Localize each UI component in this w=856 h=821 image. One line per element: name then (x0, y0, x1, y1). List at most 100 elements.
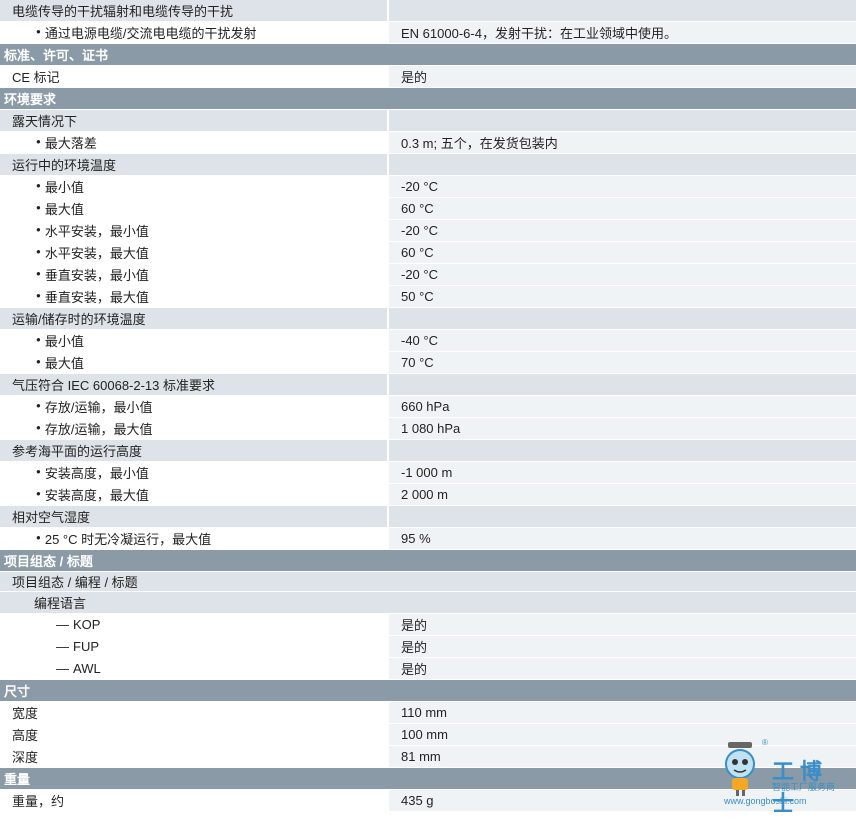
section-title: 环境要求 (4, 92, 57, 107)
spec-value: -1 000 m (387, 462, 856, 483)
section-title: 尺寸 (4, 684, 31, 699)
spec-row: KOP是的 (0, 614, 856, 636)
spec-row: CE 标记 是的 (0, 66, 856, 88)
spec-label: 露天情况下 (12, 114, 78, 129)
spec-label: 存放/运输，最大值 (0, 418, 387, 439)
spec-value (387, 374, 856, 395)
spec-label: 高度 (0, 724, 387, 745)
spec-value: 是的 (387, 658, 856, 679)
spec-row: 通过电源电缆/交流电电缆的干扰发射EN 61000-6-4，发射干扰：在工业领域… (0, 22, 856, 44)
spec-value: 2 000 m (387, 484, 856, 505)
spec-row: AWL是的 (0, 658, 856, 680)
section-header: 标准、许可、证书 (0, 44, 856, 66)
spec-row: 水平安装，最小值-20 °C (0, 220, 856, 242)
spec-value: 是的 (387, 614, 856, 635)
spec-label: 安装高度，最大值 (0, 484, 387, 505)
spec-row: 最小值-20 °C (0, 176, 856, 198)
logo-tagline: 智能工厂服务商 (772, 782, 836, 792)
spec-value: -40 °C (387, 330, 856, 351)
spec-row: 宽度 110 mm (0, 702, 856, 724)
spec-label: 最小值 (0, 330, 387, 351)
spec-label: 通过电源电缆/交流电电缆的干扰发射 (0, 22, 387, 43)
robot-mascot-icon (725, 742, 755, 796)
spec-value (387, 154, 856, 175)
spec-value: -20 °C (387, 264, 856, 285)
spec-value: 60 °C (387, 242, 856, 263)
spec-label: 电缆传导的干扰辐射和电缆传导的干扰 (12, 4, 234, 19)
spec-label: 深度 (0, 746, 387, 767)
spec-label: 25 °C 时无冷凝运行，最大值 (0, 528, 387, 549)
group-header: 运输/储存时的环境温度 (0, 308, 856, 330)
spec-row: 存放/运输，最大值1 080 hPa (0, 418, 856, 440)
group-header: 露天情况下 (0, 110, 856, 132)
spec-value (387, 506, 856, 527)
spec-row: 25 °C 时无冷凝运行，最大值95 % (0, 528, 856, 550)
spec-label: 垂直安装，最大值 (0, 286, 387, 307)
spec-label: 水平安装，最大值 (0, 242, 387, 263)
spec-row: 垂直安装，最小值-20 °C (0, 264, 856, 286)
spec-label: 气压符合 IEC 60068-2-13 标准要求 (12, 378, 216, 393)
spec-row: 存放/运输，最小值660 hPa (0, 396, 856, 418)
section-header: 项目组态 / 标题 (0, 550, 856, 572)
spec-label: 项目组态 / 编程 / 标题 (12, 575, 138, 590)
spec-row: 最大值60 °C (0, 198, 856, 220)
spec-label: FUP (0, 636, 387, 657)
spec-value: 70 °C (387, 352, 856, 373)
logo-url: www.gongboshi.com (724, 796, 807, 806)
group-header: 气压符合 IEC 60068-2-13 标准要求 (0, 374, 856, 396)
spec-label: AWL (0, 658, 387, 679)
spec-label: 最大值 (0, 198, 387, 219)
spec-label: 水平安装，最小值 (0, 220, 387, 241)
spec-label: 运输/储存时的环境温度 (12, 312, 146, 327)
section-title: 项目组态 / 标题 (4, 554, 93, 569)
group-header: 编程语言 (0, 592, 856, 614)
spec-value: EN 61000-6-4，发射干扰：在工业领域中使用。 (387, 22, 856, 43)
spec-label: 运行中的环境温度 (12, 158, 117, 173)
spec-label: 宽度 (0, 702, 387, 723)
spec-value (387, 110, 856, 131)
spec-row: 最大落差0.3 m; 五个，在发货包装内 (0, 132, 856, 154)
group-header: 相对空气湿度 (0, 506, 856, 528)
spec-label: KOP (0, 614, 387, 635)
group-header: 项目组态 / 编程 / 标题 (0, 572, 856, 592)
spec-label: 最大值 (0, 352, 387, 373)
spec-label: 最小值 (0, 176, 387, 197)
spec-value: -20 °C (387, 220, 856, 241)
group-header: 电缆传导的干扰辐射和电缆传导的干扰 (0, 0, 856, 22)
spec-value (387, 308, 856, 329)
spec-value: 50 °C (387, 286, 856, 307)
spec-label: 重量，约 (0, 790, 387, 811)
spec-label: 存放/运输，最小值 (0, 396, 387, 417)
spec-value (387, 440, 856, 461)
logo-registered-mark: ® (762, 738, 768, 747)
spec-value: 60 °C (387, 198, 856, 219)
spec-value: 95 % (387, 528, 856, 549)
spec-row: FUP是的 (0, 636, 856, 658)
spec-label: 垂直安装，最小值 (0, 264, 387, 285)
spec-row: 水平安装，最大值60 °C (0, 242, 856, 264)
spec-row: 最小值-40 °C (0, 330, 856, 352)
group-header: 参考海平面的运行高度 (0, 440, 856, 462)
spec-value: 660 hPa (387, 396, 856, 417)
spec-value: 110 mm (387, 702, 856, 723)
spec-row: 安装高度，最小值-1 000 m (0, 462, 856, 484)
spec-value: 1 080 hPa (387, 418, 856, 439)
spec-row: 垂直安装，最大值50 °C (0, 286, 856, 308)
spec-value: 是的 (387, 636, 856, 657)
section-header: 尺寸 (0, 680, 856, 702)
group-header: 运行中的环境温度 (0, 154, 856, 176)
spec-value: 0.3 m; 五个，在发货包装内 (387, 132, 856, 153)
spec-table: 电缆传导的干扰辐射和电缆传导的干扰通过电源电缆/交流电电缆的干扰发射EN 610… (0, 0, 856, 812)
spec-label: 安装高度，最小值 (0, 462, 387, 483)
spec-value: -20 °C (387, 176, 856, 197)
logo: ® 工博士 智能工厂服务商 www.gongboshi.com (712, 738, 852, 817)
spec-value: 是的 (387, 66, 856, 87)
spec-label: 相对空气湿度 (12, 510, 91, 525)
spec-label: CE 标记 (0, 66, 387, 87)
spec-row: 最大值70 °C (0, 352, 856, 374)
spec-row: 安装高度，最大值2 000 m (0, 484, 856, 506)
section-header: 环境要求 (0, 88, 856, 110)
spec-label: 编程语言 (34, 596, 87, 611)
spec-value (387, 0, 856, 21)
section-title: 标准、许可、证书 (4, 48, 109, 63)
